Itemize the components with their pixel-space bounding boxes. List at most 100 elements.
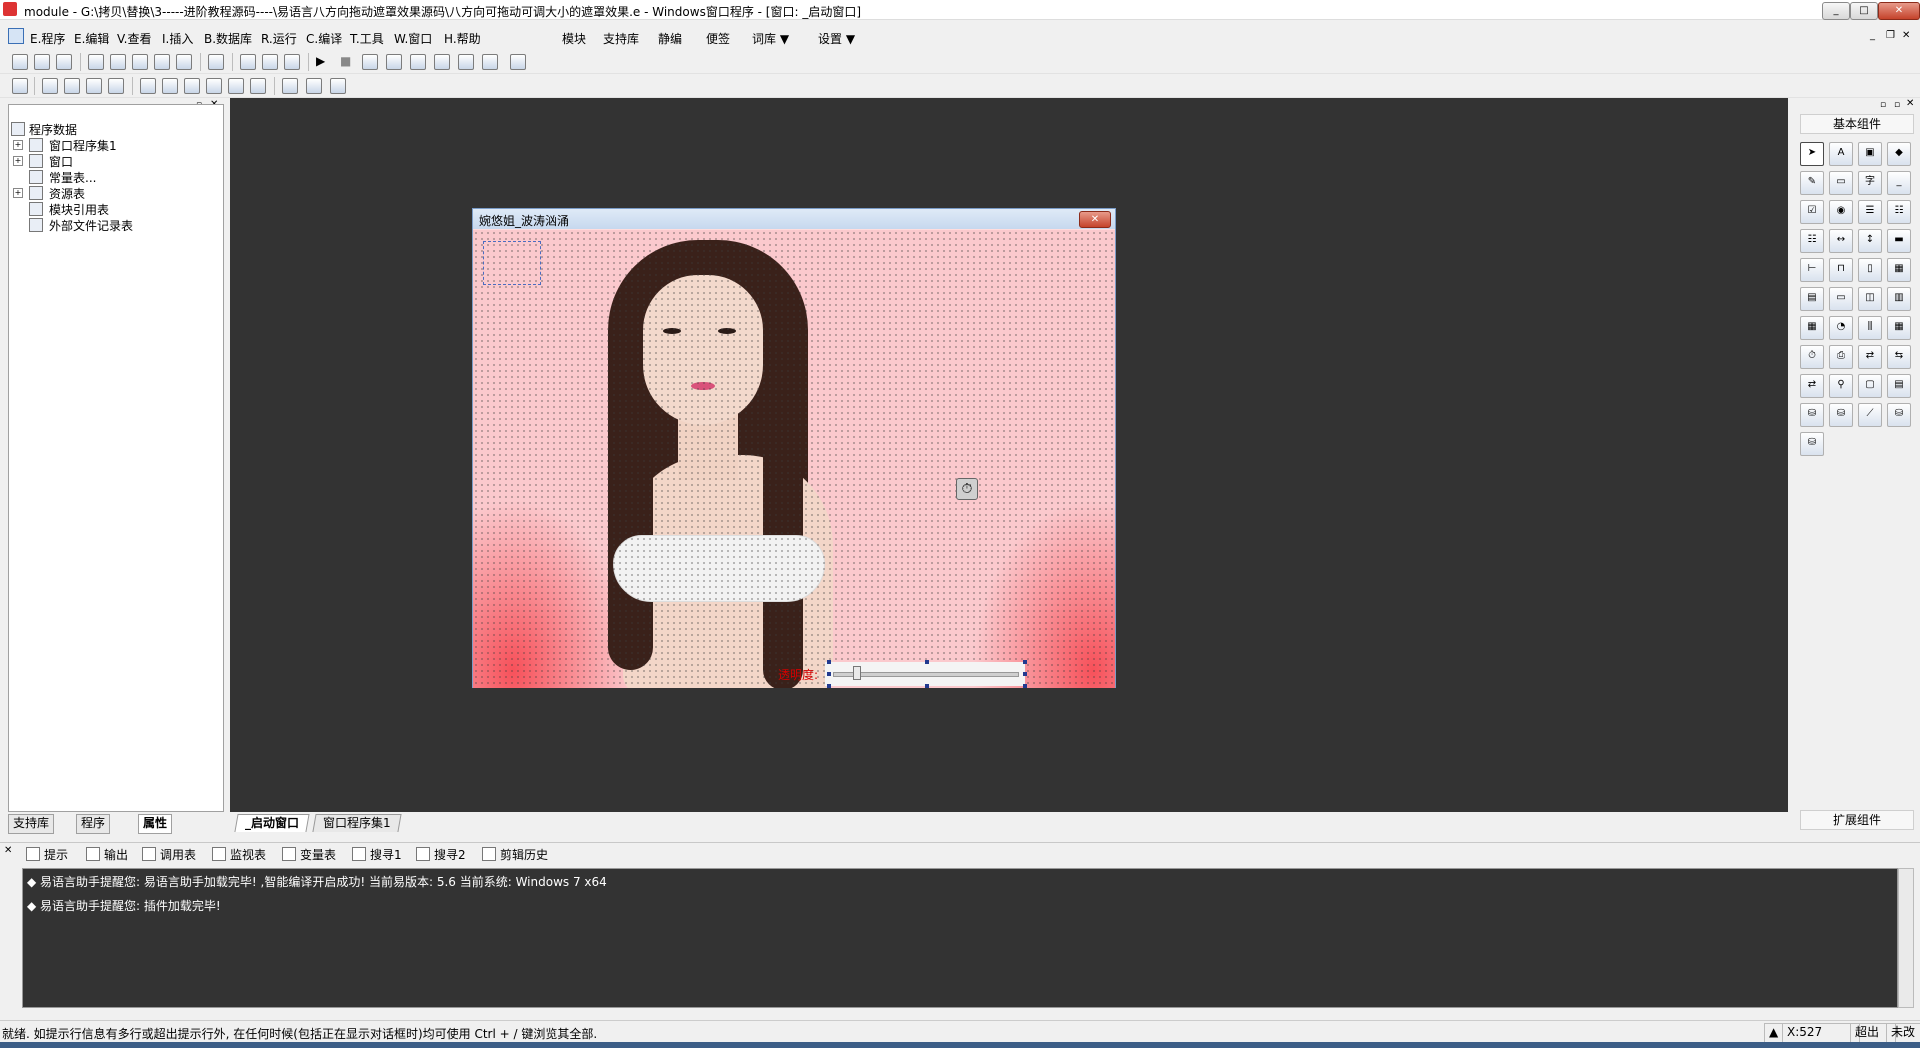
label-component-icon[interactable]: A [1829,142,1853,166]
layout1-icon[interactable] [240,54,256,70]
dialog-component-icon[interactable]: ▢ [1858,374,1882,398]
tab-window-assembly[interactable]: 窗口程序集1 [312,814,402,832]
menu-module[interactable]: 模块 [562,30,586,47]
align-right-icon[interactable] [64,78,80,94]
tree-item-resources[interactable]: + 资源表 [9,185,209,201]
table-component-icon[interactable]: ▤ [1800,287,1824,311]
stop-icon[interactable]: ■ [340,54,351,68]
menu-insert[interactable]: I.插入 [162,30,193,47]
menu-static-compile[interactable]: 静编 [658,30,682,47]
size-width-icon[interactable] [282,78,298,94]
menu-lexicon[interactable]: 词库 ▼ [752,30,789,47]
space-v-icon[interactable] [250,78,266,94]
menu-window[interactable]: W.窗口 [394,30,432,47]
menu-compile[interactable]: C.编译 [306,30,342,47]
panel-close-icon[interactable]: ✕ [1906,98,1914,109]
step-over-icon[interactable] [410,54,426,70]
breakpoint-icon[interactable] [458,54,474,70]
database2-component-icon[interactable]: ⛁ [1829,403,1853,427]
radio-component-icon[interactable]: ◉ [1829,200,1853,224]
copy-icon[interactable] [110,54,126,70]
tray-component-icon[interactable]: ◫ [1858,287,1882,311]
timer-component-icon[interactable]: ⏱ [1800,345,1824,369]
menu-help[interactable]: H.帮助 [444,30,481,47]
layout3-icon[interactable] [284,54,300,70]
panel-float-icon[interactable]: ▫ [1894,100,1900,110]
expand-icon[interactable]: + [13,140,23,150]
hscroll-component-icon[interactable]: ↔ [1829,229,1853,253]
toolbar-component-icon[interactable]: ▦ [1800,316,1824,340]
chart-component-icon[interactable]: ◔ [1829,316,1853,340]
document-component-icon[interactable]: ▥ [1887,287,1911,311]
cut-icon[interactable] [88,54,104,70]
graph-component-icon[interactable]: ⟋ [1858,403,1882,427]
mdi-close-button[interactable]: ✕ [1902,30,1910,41]
editbox-component-icon[interactable]: ✎ [1800,171,1824,195]
tree-item-external-files[interactable]: 外部文件记录表 [9,217,209,233]
save-icon[interactable] [56,54,72,70]
maximize-button[interactable]: □ [1850,2,1878,20]
slider-thumb[interactable] [853,666,861,680]
database-component-icon[interactable]: ⛁ [1800,403,1824,427]
menu-database[interactable]: B.数据库 [204,30,252,47]
server-component-icon[interactable]: ⚲ [1829,374,1853,398]
minimize-button[interactable]: _ [1822,2,1850,20]
basic-components-header[interactable]: 基本组件 [1800,114,1914,134]
odbc-component-icon[interactable]: ⛁ [1887,403,1911,427]
close-button[interactable]: ✕ [1878,2,1920,20]
resize-handle[interactable] [1023,660,1027,664]
form-title-bar[interactable]: 婉悠姐_波涛汹涌 ✕ [473,209,1115,229]
mdi-restore-button[interactable]: ❐ [1886,30,1895,41]
client-component-icon[interactable]: ⇄ [1800,374,1824,398]
find-icon[interactable] [208,54,224,70]
statusbar-component-icon[interactable]: ▭ [1829,287,1853,311]
opacity-slider[interactable] [825,662,1025,686]
same-width-icon[interactable] [184,78,200,94]
tree-root[interactable]: 程序数据 [9,121,209,137]
progress-component-icon[interactable]: ▬ [1887,229,1911,253]
same-height-icon[interactable] [206,78,222,94]
listbox-component-icon[interactable]: ☷ [1887,200,1911,224]
undo-icon[interactable] [176,54,192,70]
size-both-icon[interactable] [330,78,346,94]
size-height-icon[interactable] [306,78,322,94]
menu-notes[interactable]: 便签 [706,30,730,47]
step-out-icon[interactable] [434,54,450,70]
slider-component-icon[interactable]: ⊢ [1800,258,1824,282]
menu-run[interactable]: R.运行 [261,30,297,47]
output-scrollbar[interactable] [1898,868,1914,1008]
tab-variables[interactable]: 变量表 [282,846,336,863]
form-component-icon[interactable]: ▤ [1887,374,1911,398]
frame-component-icon[interactable]: ▭ [1829,171,1853,195]
selection-box[interactable] [483,241,541,285]
grid-icon[interactable] [12,78,28,94]
odbc2-component-icon[interactable]: ⛁ [1800,432,1824,456]
resize-handle[interactable] [827,684,831,688]
tab-properties[interactable]: 属性 [138,814,173,834]
splitter-component-icon[interactable]: ⫼ [1858,316,1882,340]
align-bottom-icon[interactable] [108,78,124,94]
open-file-icon[interactable] [34,54,50,70]
pointer-tool-icon[interactable]: ➤ [1800,142,1824,166]
tab-watch[interactable]: 监视表 [212,846,266,863]
redo-icon[interactable] [154,54,170,70]
resize-handle[interactable] [827,660,831,664]
vscroll-component-icon[interactable]: ↕ [1858,229,1882,253]
tab-startup-window[interactable]: _启动窗口 [234,814,310,832]
tree-item-window[interactable]: + 窗口 [9,153,209,169]
layout2-icon[interactable] [262,54,278,70]
resize-handle[interactable] [1023,684,1027,688]
resize-handle[interactable] [1023,672,1027,676]
menu-view[interactable]: V.查看 [117,30,151,47]
paste-icon[interactable] [132,54,148,70]
resize-handle[interactable] [827,672,831,676]
tree-item-constants[interactable]: 常量表... [9,169,209,185]
printer-component-icon[interactable]: ⎙ [1829,345,1853,369]
shape-component-icon[interactable]: ◆ [1887,142,1911,166]
resize-handle[interactable] [925,660,929,664]
new-file-icon[interactable] [12,54,28,70]
panel-pin-icon[interactable]: ▫ [1880,100,1886,110]
step-icon[interactable] [362,54,378,70]
tab-search1[interactable]: 搜寻1 [352,846,402,863]
picture-component-icon[interactable]: ▣ [1858,142,1882,166]
